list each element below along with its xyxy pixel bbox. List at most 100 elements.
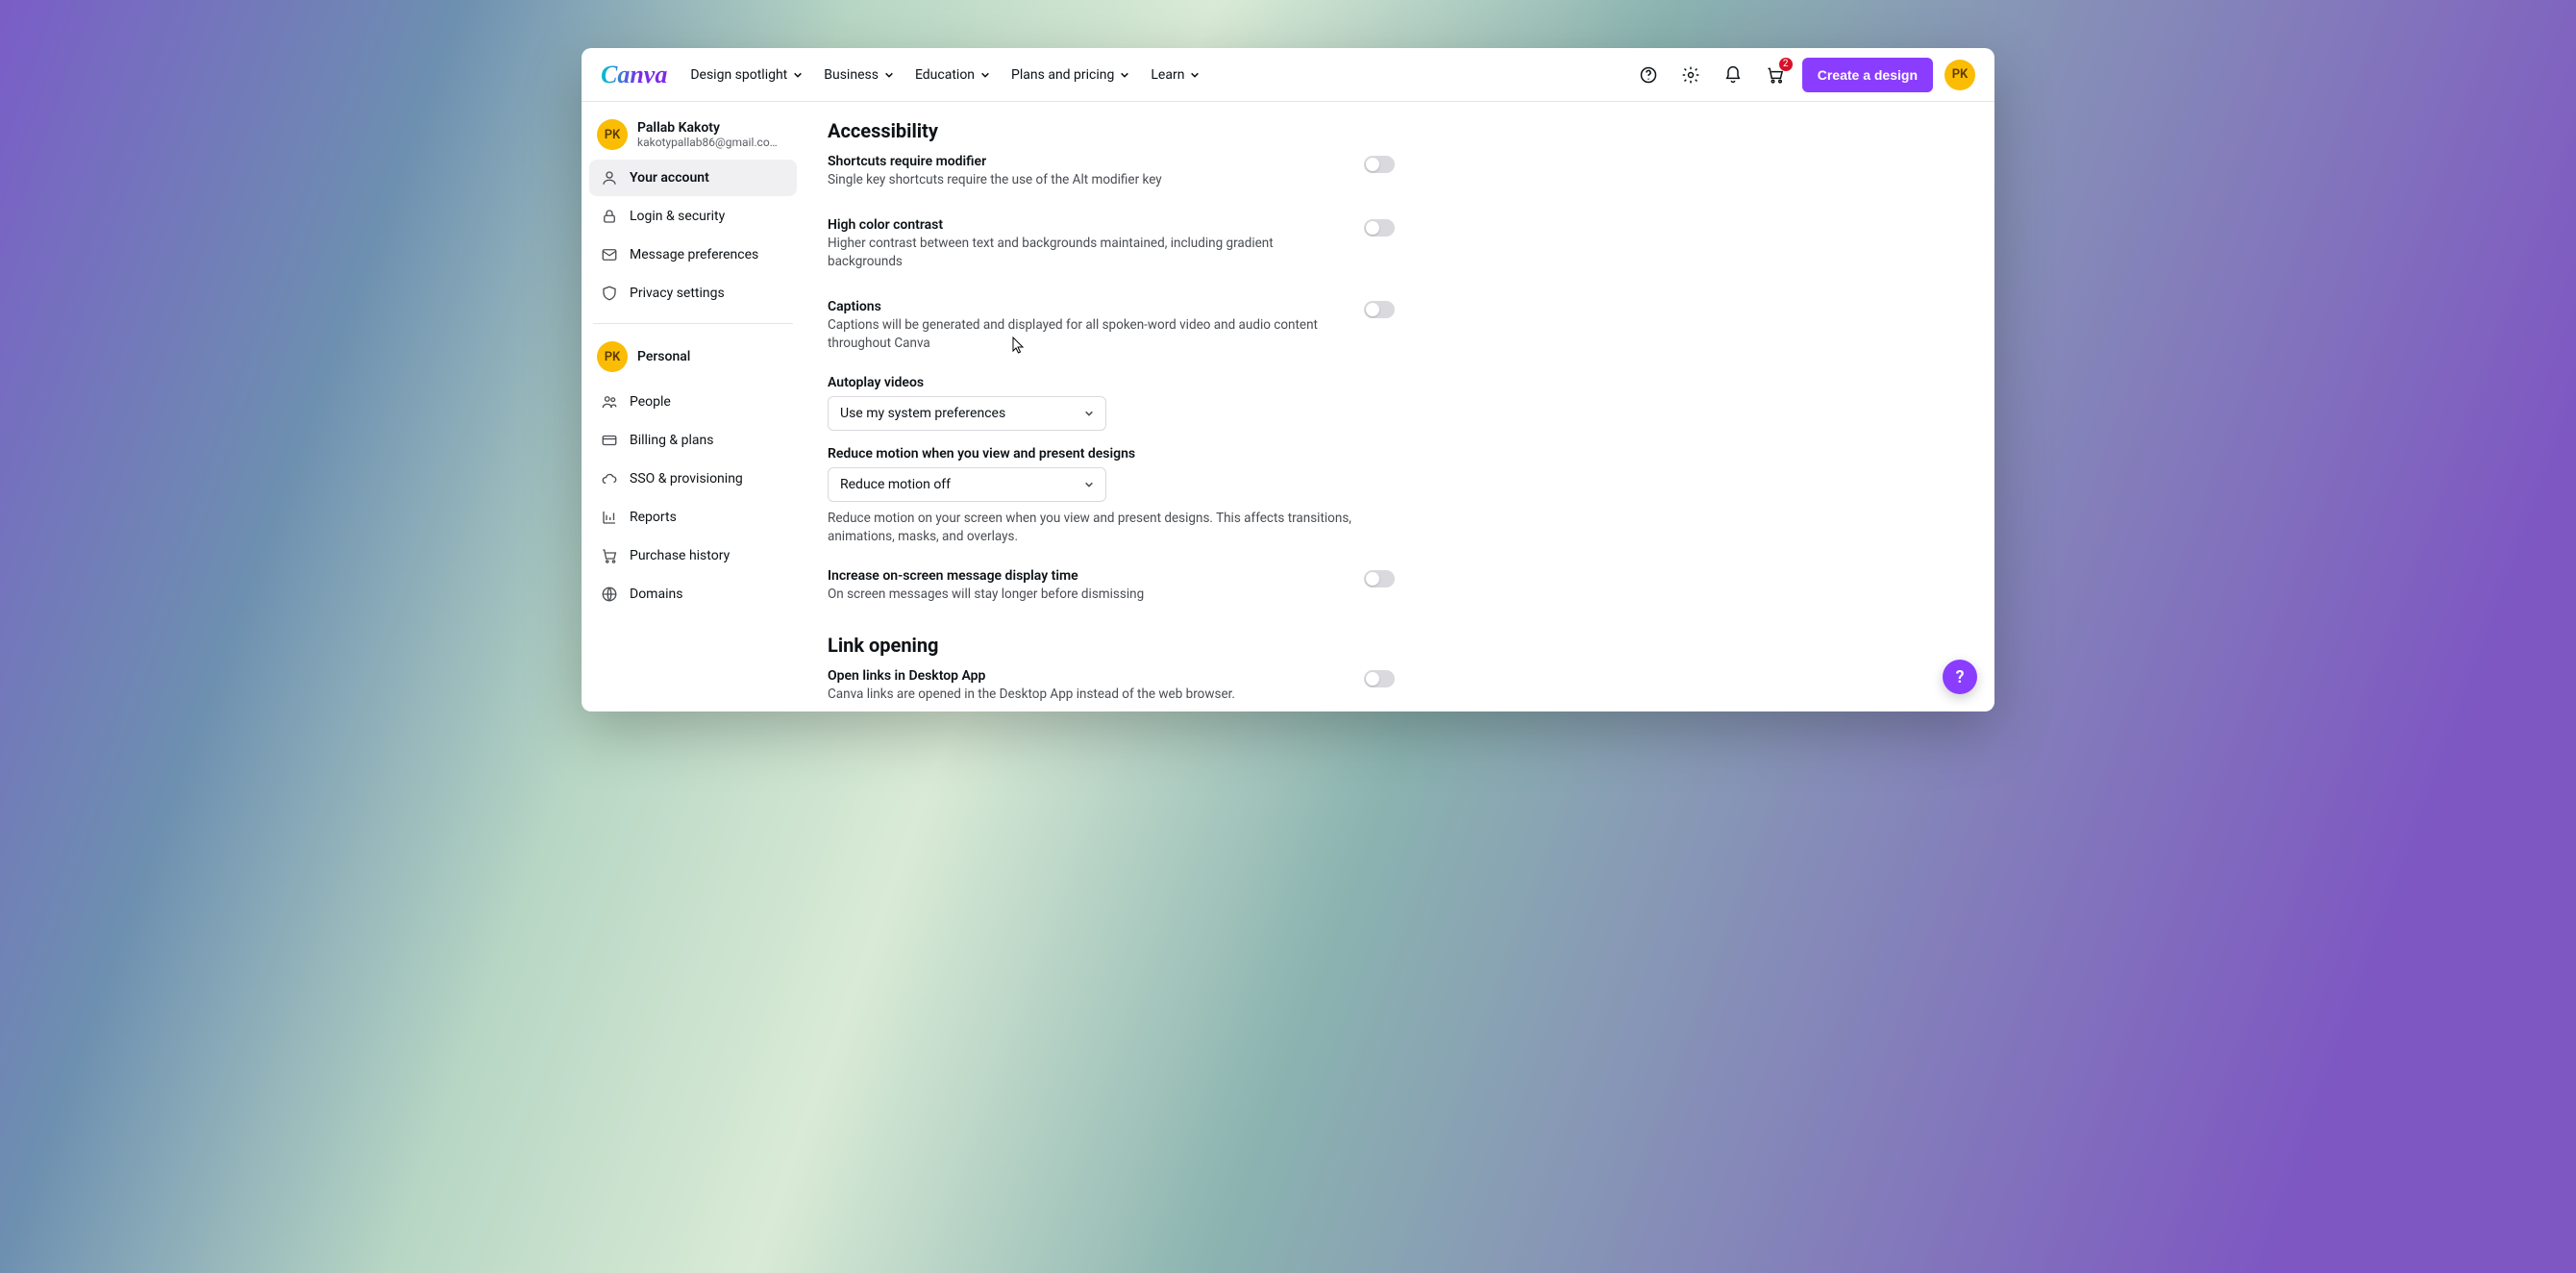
sidebar-item-label: People — [630, 394, 671, 410]
sidebar-item-people[interactable]: People — [589, 384, 797, 420]
setting-label: High color contrast — [828, 217, 1325, 233]
sidebar-item-sso-provisioning[interactable]: SSO & provisioning — [589, 461, 797, 497]
sidebar-workspace[interactable]: PK Personal — [589, 336, 797, 382]
nav-education[interactable]: Education — [915, 67, 990, 83]
chevron-down-icon — [1190, 70, 1200, 80]
sidebar-item-label: Your account — [630, 170, 709, 186]
setting-reduce-motion: Reduce motion when you view and present … — [828, 446, 1395, 547]
select-value: Use my system preferences — [840, 406, 1005, 421]
profile-email: kakotypallab86@gmail.co… — [637, 136, 778, 149]
setting-open-links-desktop: Open links in Desktop App Canva links ar… — [828, 662, 1395, 711]
mail-icon — [601, 246, 618, 263]
profile-name: Pallab Kakoty — [637, 120, 778, 136]
avatar: PK — [597, 119, 628, 150]
nav-label: Design spotlight — [690, 67, 787, 83]
divider — [593, 323, 793, 324]
section-title-accessibility: Accessibility — [828, 119, 1971, 142]
setting-label: Autoplay videos — [828, 375, 1395, 390]
nav-label: Plans and pricing — [1011, 67, 1114, 83]
select-autoplay-videos[interactable]: Use my system preferences — [828, 396, 1106, 431]
people-icon — [601, 393, 618, 411]
sidebar-item-purchase-history[interactable]: Purchase history — [589, 537, 797, 574]
setting-desc: Single key shortcuts require the use of … — [828, 171, 1325, 190]
sidebar-item-label: Billing & plans — [630, 433, 713, 448]
toggle-open-links-desktop[interactable] — [1364, 670, 1395, 687]
chevron-down-icon — [1120, 70, 1129, 80]
setting-label: Open links in Desktop App — [828, 668, 1325, 684]
canva-logo[interactable]: Canva — [601, 61, 667, 89]
sidebar-item-label: Domains — [630, 587, 682, 602]
app-window: Canva Design spotlight Business Educatio… — [582, 48, 1994, 711]
body: PK Pallab Kakoty kakotypallab86@gmail.co… — [582, 102, 1994, 711]
globe-icon — [601, 586, 618, 603]
nav-label: Business — [824, 67, 879, 83]
setting-desc: Reduce motion on your screen when you vi… — [828, 510, 1395, 547]
cart-icon — [601, 547, 618, 564]
chevron-down-icon — [1084, 480, 1094, 489]
sidebar-item-domains[interactable]: Domains — [589, 576, 797, 612]
sidebar-item-login-security[interactable]: Login & security — [589, 198, 797, 235]
lock-icon — [601, 208, 618, 225]
top-nav: Canva Design spotlight Business Educatio… — [582, 48, 1994, 102]
toggle-captions[interactable] — [1364, 301, 1395, 318]
workspace-name: Personal — [637, 349, 690, 364]
shield-icon — [601, 285, 618, 302]
sidebar-item-label: Login & security — [630, 209, 725, 224]
help-fab[interactable]: ? — [1943, 660, 1977, 694]
sidebar-item-label: Reports — [630, 510, 677, 525]
nav-menu: Design spotlight Business Education Plan… — [690, 67, 1200, 83]
select-reduce-motion[interactable]: Reduce motion off — [828, 467, 1106, 502]
select-value: Reduce motion off — [840, 477, 951, 492]
cart-icon[interactable]: 2 — [1760, 60, 1791, 90]
setting-desc: On screen messages will stay longer befo… — [828, 586, 1325, 605]
chevron-down-icon — [793, 70, 803, 80]
sidebar-item-label: SSO & provisioning — [630, 471, 743, 487]
toggle-display-time[interactable] — [1364, 570, 1395, 587]
main-content: Accessibility Shortcuts require modifier… — [805, 102, 1994, 711]
nav-design-spotlight[interactable]: Design spotlight — [690, 67, 803, 83]
section-title-link-opening: Link opening — [828, 634, 1971, 657]
setting-display-time: Increase on-screen message display time … — [828, 562, 1395, 611]
avatar[interactable]: PK — [1944, 60, 1975, 90]
nav-learn[interactable]: Learn — [1151, 67, 1200, 83]
setting-label: Reduce motion when you view and present … — [828, 446, 1395, 462]
cloud-icon — [601, 470, 618, 487]
setting-label: Increase on-screen message display time — [828, 568, 1325, 584]
nav-label: Learn — [1151, 67, 1184, 83]
avatar: PK — [597, 341, 628, 372]
setting-label: Captions — [828, 299, 1325, 314]
nav-business[interactable]: Business — [824, 67, 894, 83]
sidebar-item-billing-plans[interactable]: Billing & plans — [589, 422, 797, 459]
chart-icon — [601, 509, 618, 526]
cart-badge: 2 — [1779, 58, 1793, 71]
sidebar-profile[interactable]: PK Pallab Kakoty kakotypallab86@gmail.co… — [589, 115, 797, 158]
setting-shortcuts-modifier: Shortcuts require modifier Single key sh… — [828, 148, 1395, 196]
chevron-down-icon — [1084, 409, 1094, 418]
setting-desc: Canva links are opened in the Desktop Ap… — [828, 686, 1325, 705]
setting-autoplay-videos: Autoplay videos Use my system preference… — [828, 375, 1395, 431]
setting-high-contrast: High color contrast Higher contrast betw… — [828, 212, 1395, 278]
sidebar-item-label: Purchase history — [630, 548, 730, 563]
setting-desc: Captions will be generated and displayed… — [828, 316, 1325, 354]
toggle-shortcuts-modifier[interactable] — [1364, 156, 1395, 173]
bell-icon[interactable] — [1718, 60, 1748, 90]
sidebar-item-label: Privacy settings — [630, 286, 725, 301]
sidebar-item-label: Message preferences — [630, 247, 758, 262]
setting-captions: Captions Captions will be generated and … — [828, 293, 1395, 360]
sidebar-item-privacy-settings[interactable]: Privacy settings — [589, 275, 797, 312]
nav-label: Education — [915, 67, 975, 83]
toggle-high-contrast[interactable] — [1364, 219, 1395, 237]
help-icon[interactable] — [1633, 60, 1664, 90]
chevron-down-icon — [980, 70, 990, 80]
nav-plans-pricing[interactable]: Plans and pricing — [1011, 67, 1129, 83]
sidebar-item-reports[interactable]: Reports — [589, 499, 797, 536]
user-icon — [601, 169, 618, 187]
gear-icon[interactable] — [1675, 60, 1706, 90]
chevron-down-icon — [884, 70, 894, 80]
setting-desc: Higher contrast between text and backgro… — [828, 235, 1325, 272]
setting-label: Shortcuts require modifier — [828, 154, 1325, 169]
sidebar-item-your-account[interactable]: Your account — [589, 160, 797, 196]
sidebar-item-message-preferences[interactable]: Message preferences — [589, 237, 797, 273]
create-design-button[interactable]: Create a design — [1802, 58, 1933, 92]
card-icon — [601, 432, 618, 449]
